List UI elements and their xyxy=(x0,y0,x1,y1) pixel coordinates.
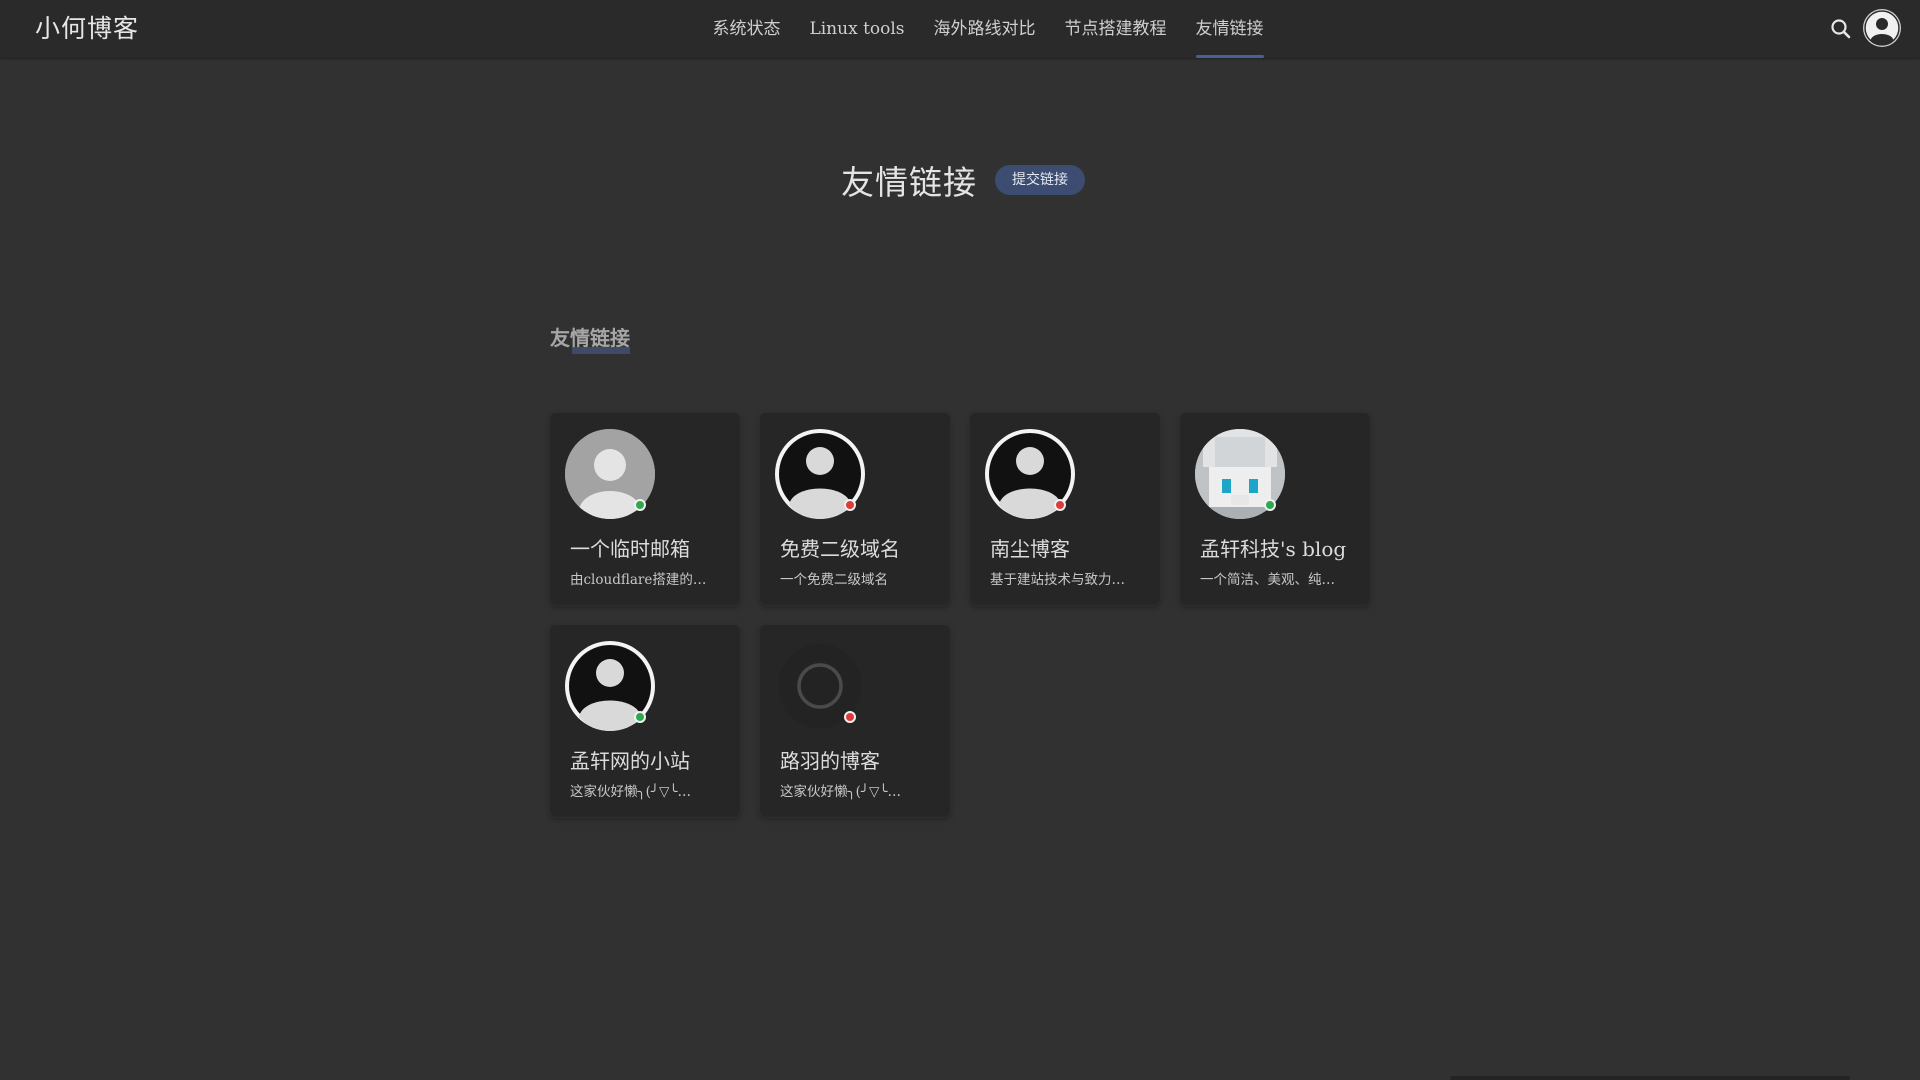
offline-status-dot xyxy=(844,499,856,511)
section-title-underline xyxy=(572,347,630,354)
friend-links-grid: 一个临时邮箱 由cloudflare搭建的… 免费二级域名 一个免费二级域名 南 xyxy=(550,413,1390,817)
section-title: 友情链接 xyxy=(550,322,630,354)
top-navbar: 小何博客 系统状态 Linux tools 海外路线对比 节点搭建教程 友情链接 xyxy=(0,0,1920,58)
friend-name: 孟轩科技's blog xyxy=(1200,537,1347,561)
nav-item-linux-tools[interactable]: Linux tools xyxy=(809,0,904,58)
nav-item-friend-links[interactable]: 友情链接 xyxy=(1195,0,1264,58)
user-avatar-icon[interactable] xyxy=(1864,10,1900,46)
site-brand[interactable]: 小何博客 xyxy=(35,0,139,58)
submit-link-button[interactable]: 提交链接 xyxy=(995,165,1085,195)
friend-card[interactable]: 南尘博客 基于建站技术与致力… xyxy=(970,413,1160,605)
nav-item-node-tutorial[interactable]: 节点搭建教程 xyxy=(1065,0,1167,58)
friend-card[interactable]: 路羽的博客 这家伙好懒╮(╯▽╰… xyxy=(760,625,950,817)
friend-desc: 由cloudflare搭建的… xyxy=(570,572,707,588)
friend-desc: 一个免费二级域名 xyxy=(780,572,888,588)
nav-item-system-status[interactable]: 系统状态 xyxy=(712,0,780,58)
friend-card[interactable]: 孟轩网的小站 这家伙好懒╮(╯▽╰… xyxy=(550,625,740,817)
friend-card[interactable]: 免费二级域名 一个免费二级域名 xyxy=(760,413,950,605)
page-header: 友情链接 提交链接 xyxy=(3,150,1920,210)
search-icon[interactable] xyxy=(1828,16,1854,42)
online-status-dot xyxy=(1264,499,1276,511)
nav-item-route-compare[interactable]: 海外路线对比 xyxy=(934,0,1036,58)
friend-card[interactable]: 孟轩科技's blog 一个简洁、美观、纯… xyxy=(1180,413,1370,605)
online-status-dot xyxy=(634,711,646,723)
offline-status-dot xyxy=(844,711,856,723)
friend-name: 孟轩网的小站 xyxy=(570,749,690,773)
friend-name: 南尘博客 xyxy=(990,537,1070,561)
friend-desc: 这家伙好懒╮(╯▽╰… xyxy=(780,784,902,800)
friend-desc: 一个简洁、美观、纯… xyxy=(1200,572,1335,588)
offline-status-dot xyxy=(1054,499,1066,511)
friend-desc: 基于建站技术与致力… xyxy=(990,572,1125,588)
bottom-bar-shadow xyxy=(1450,1076,1850,1080)
main-nav: 系统状态 Linux tools 海外路线对比 节点搭建教程 友情链接 xyxy=(0,0,1920,58)
page-title: 友情链接 xyxy=(841,163,977,202)
friend-name: 一个临时邮箱 xyxy=(570,537,690,561)
friend-card[interactable]: 一个临时邮箱 由cloudflare搭建的… xyxy=(550,413,740,605)
friend-name: 免费二级域名 xyxy=(780,537,900,561)
friend-desc: 这家伙好懒╮(╯▽╰… xyxy=(570,784,692,800)
friend-name: 路羽的博客 xyxy=(780,749,880,773)
online-status-dot xyxy=(634,499,646,511)
